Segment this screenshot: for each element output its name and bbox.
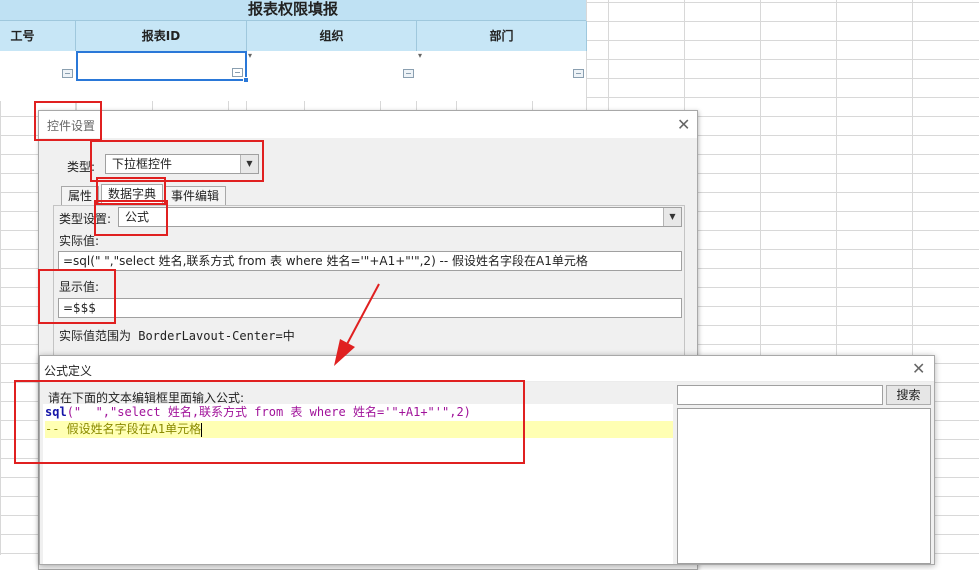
annotation-arrow [334,283,380,366]
